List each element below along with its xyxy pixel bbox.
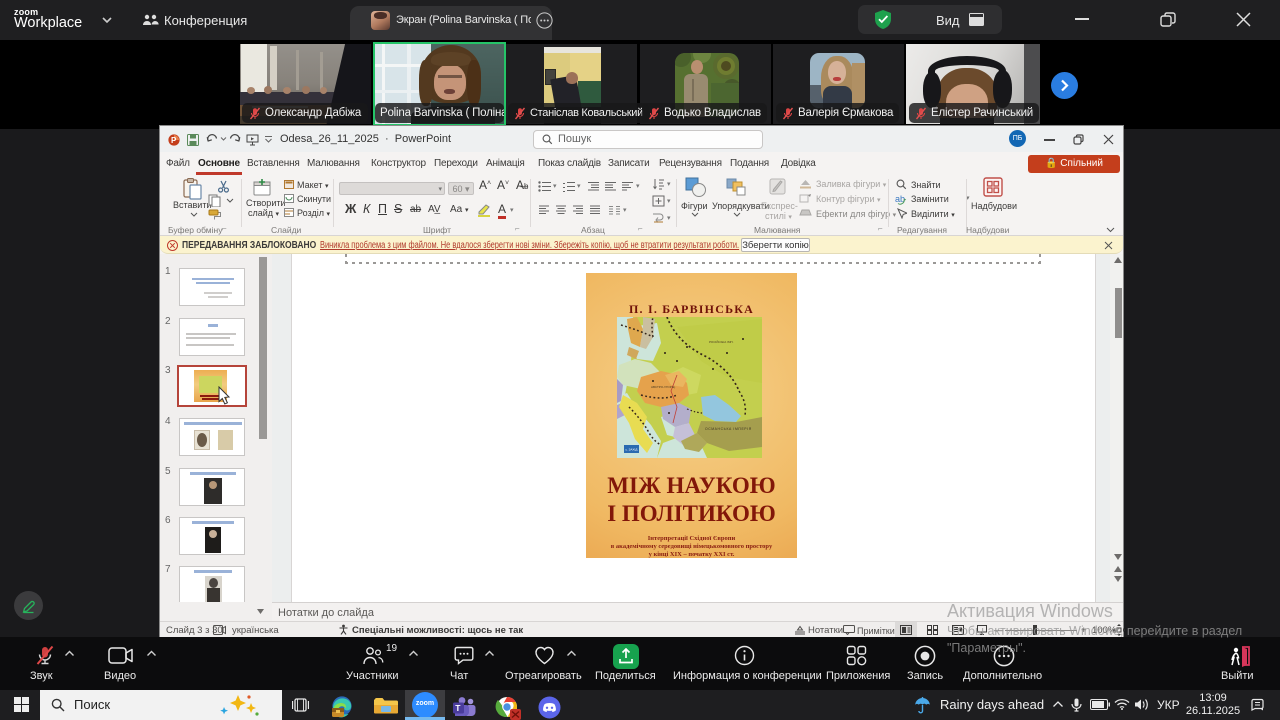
svg-text:P: P bbox=[171, 136, 177, 145]
svg-text:РОСІЙСЬКА ІМП.: РОСІЙСЬКА ІМП. bbox=[709, 340, 734, 344]
svg-text:с. ЗАХІД: с. ЗАХІД bbox=[626, 448, 638, 452]
svg-text:T: T bbox=[455, 703, 461, 713]
svg-text:АВСТРО-УГОРЩ.: АВСТРО-УГОРЩ. bbox=[651, 385, 676, 389]
svg-text:ОСМАНСЬКА ІМПЕРІЯ: ОСМАНСЬКА ІМПЕРІЯ bbox=[705, 427, 752, 431]
